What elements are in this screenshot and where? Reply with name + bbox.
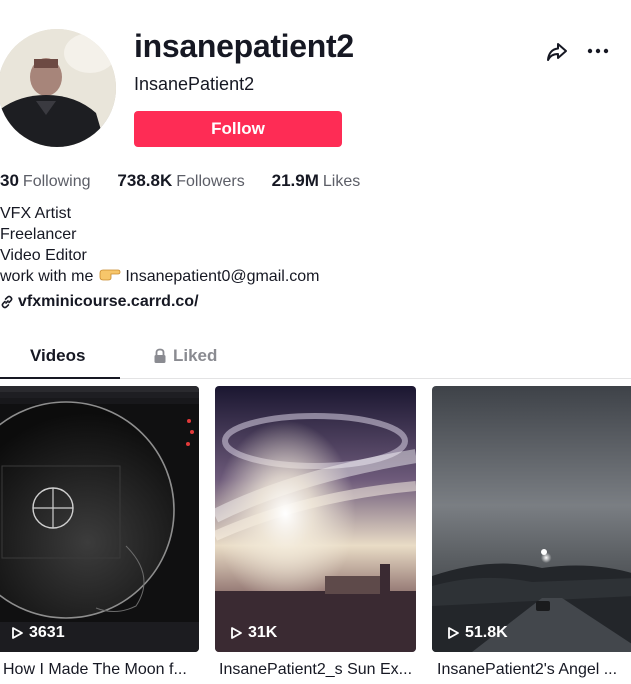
video-views: 31K bbox=[229, 624, 277, 642]
video-views-count: 31K bbox=[248, 624, 278, 641]
bio-line: Video Editor bbox=[0, 247, 87, 264]
bio-line-contact: work with me Insanepatient0@gmail.com bbox=[0, 266, 319, 287]
likes-label: Likes bbox=[322, 173, 361, 190]
active-tab-indicator bbox=[0, 377, 120, 379]
tab-liked-label: Liked bbox=[173, 346, 218, 365]
follow-button[interactable]: Follow bbox=[134, 111, 342, 147]
video-card[interactable]: 51.8K bbox=[432, 386, 631, 652]
bio-email: Insanepatient0@gmail.com bbox=[125, 268, 320, 285]
followers-count[interactable]: 738.8K bbox=[117, 171, 172, 190]
play-icon bbox=[12, 627, 23, 639]
video-caption[interactable]: InsanePatient2's Angel ... bbox=[437, 661, 631, 679]
video-views: 51.8K bbox=[446, 624, 508, 642]
video-views: 3631 bbox=[10, 624, 65, 642]
tab-videos[interactable]: Videos bbox=[30, 346, 85, 366]
username: insanepatient2 bbox=[134, 28, 354, 64]
video-caption[interactable]: How I Made The Moon f... bbox=[3, 661, 193, 679]
tab-liked[interactable]: Liked bbox=[153, 346, 217, 366]
video-views-count: 51.8K bbox=[465, 624, 508, 641]
avatar-image bbox=[0, 29, 116, 147]
profile-link-text[interactable]: vfxminicourse.carrd.co/ bbox=[18, 293, 199, 311]
following-label[interactable]: Following bbox=[23, 173, 91, 190]
video-thumbnail bbox=[0, 386, 199, 652]
profile-stats: 30 Following 738.8K Followers 21.9M Likes bbox=[0, 171, 360, 191]
followers-label[interactable]: Followers bbox=[176, 173, 244, 190]
profile-tabs: Videos Liked bbox=[0, 338, 631, 379]
play-icon bbox=[448, 627, 459, 639]
video-card[interactable]: 31K bbox=[215, 386, 416, 652]
pointing-hand-icon bbox=[99, 266, 121, 287]
play-icon bbox=[231, 627, 242, 639]
video-views-count: 3631 bbox=[29, 624, 65, 641]
bio-contact-prefix: work with me bbox=[0, 268, 94, 285]
nickname: InsanePatient2 bbox=[134, 74, 255, 94]
following-count[interactable]: 30 bbox=[0, 171, 19, 190]
bio-line: VFX Artist bbox=[0, 205, 72, 222]
bio-line: Freelancer bbox=[0, 226, 77, 243]
more-icon[interactable] bbox=[587, 41, 611, 61]
avatar[interactable] bbox=[0, 29, 116, 147]
video-thumbnail bbox=[432, 386, 631, 652]
profile-link[interactable]: vfxminicourse.carrd.co/ bbox=[0, 293, 199, 311]
likes-count: 21.9M bbox=[271, 171, 319, 190]
video-caption[interactable]: InsanePatient2_s Sun Ex... bbox=[219, 661, 414, 679]
bio: VFX Artist Freelancer Video Editor work … bbox=[0, 203, 319, 287]
lock-icon bbox=[154, 348, 166, 363]
video-card[interactable]: 3631 bbox=[0, 386, 199, 652]
video-thumbnail bbox=[215, 386, 416, 652]
link-icon bbox=[1, 295, 13, 309]
share-icon[interactable] bbox=[545, 40, 569, 64]
